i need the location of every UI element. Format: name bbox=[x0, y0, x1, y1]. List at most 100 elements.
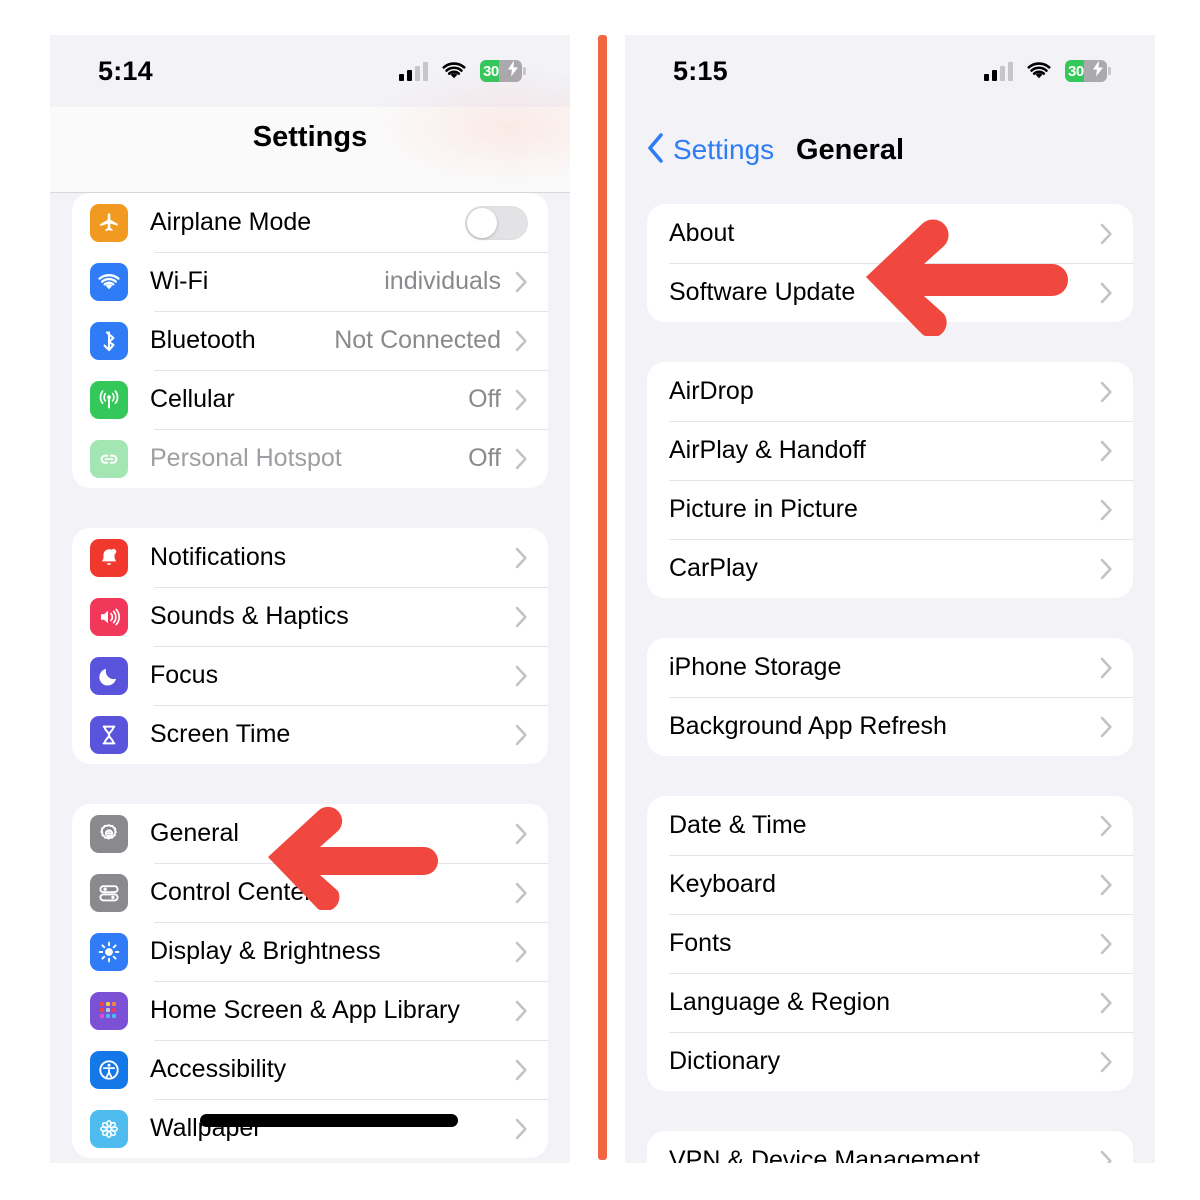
chevron-right-icon bbox=[515, 823, 528, 845]
chevron-right-icon bbox=[515, 330, 528, 352]
panel-divider bbox=[598, 35, 607, 1160]
settings-row-fonts[interactable]: Fonts bbox=[647, 914, 1133, 973]
page-title: Settings bbox=[252, 121, 368, 153]
settings-row-value: individuals bbox=[384, 267, 501, 295]
settings-row-control-center[interactable]: Control Center bbox=[72, 863, 548, 922]
settings-row-personal-hotspot[interactable]: Personal Hotspot Off bbox=[72, 429, 548, 488]
status-indicators: 30 bbox=[984, 60, 1111, 82]
settings-row-label: Accessibility bbox=[150, 1055, 287, 1083]
screenshot-canvas: 5:14 30 Settings Airplane Mode Wi-Fi ind… bbox=[0, 0, 1200, 1200]
cellular-antenna-icon bbox=[90, 380, 128, 419]
status-bar-right: 5:15 30 bbox=[625, 35, 1155, 107]
gear-icon bbox=[90, 814, 128, 853]
settings-row-general[interactable]: General bbox=[72, 804, 548, 863]
settings-row-sounds-haptics[interactable]: Sounds & Haptics bbox=[72, 587, 548, 646]
battery-charging-icon: 30 bbox=[1065, 60, 1111, 82]
speaker-icon bbox=[90, 597, 128, 636]
home-indicator-left bbox=[200, 1114, 458, 1127]
settings-row-label: Screen Time bbox=[150, 720, 291, 748]
settings-row-wallpaper[interactable]: Wallpaper bbox=[72, 1099, 548, 1158]
chevron-right-icon bbox=[515, 665, 528, 687]
wifi-icon bbox=[90, 262, 128, 301]
chevron-right-icon bbox=[515, 547, 528, 569]
settings-row-wi-fi[interactable]: Wi-Fi individuals bbox=[72, 252, 548, 311]
settings-row-airplane-mode[interactable]: Airplane Mode bbox=[72, 193, 548, 252]
chevron-left-icon bbox=[647, 132, 664, 168]
chevron-right-icon bbox=[515, 882, 528, 904]
settings-row-notifications[interactable]: Notifications bbox=[72, 528, 548, 587]
settings-row-label: iPhone Storage bbox=[669, 653, 842, 681]
wifi-icon bbox=[1026, 61, 1052, 81]
chevron-right-icon bbox=[515, 1118, 528, 1140]
settings-row-iphone-storage[interactable]: iPhone Storage bbox=[647, 638, 1133, 697]
settings-row-label: VPN & Device Management bbox=[669, 1146, 981, 1163]
settings-row-accessibility[interactable]: Accessibility bbox=[72, 1040, 548, 1099]
status-time: 5:15 bbox=[673, 55, 728, 86]
settings-list-right[interactable]: About Software Update AirDrop AirPlay & Han… bbox=[625, 204, 1155, 1163]
chevron-right-icon bbox=[515, 941, 528, 963]
settings-row-carplay[interactable]: CarPlay bbox=[647, 539, 1133, 598]
settings-group-connectivity: Airplane Mode Wi-Fi individuals Bluetooth No… bbox=[72, 193, 548, 488]
settings-row-focus[interactable]: Focus bbox=[72, 646, 548, 705]
settings-row-cellular[interactable]: Cellular Off bbox=[72, 370, 548, 429]
chevron-right-icon bbox=[1100, 282, 1113, 304]
settings-root-screen: 5:14 30 Settings Airplane Mode Wi-Fi ind… bbox=[50, 35, 570, 1163]
settings-row-value: Not Connected bbox=[334, 326, 501, 354]
settings-row-background-app-refresh[interactable]: Background App Refresh bbox=[647, 697, 1133, 756]
settings-row-value: Off bbox=[468, 385, 501, 413]
chevron-right-icon bbox=[1100, 716, 1113, 738]
settings-row-keyboard[interactable]: Keyboard bbox=[647, 855, 1133, 914]
settings-row-label: Bluetooth bbox=[150, 326, 256, 354]
chevron-right-icon bbox=[1100, 1051, 1113, 1073]
chevron-right-icon bbox=[515, 389, 528, 411]
settings-row-label: Personal Hotspot bbox=[150, 444, 342, 472]
nav-bar-right: Settings General bbox=[625, 107, 1155, 193]
settings-row-label: Date & Time bbox=[669, 811, 807, 839]
settings-list-left[interactable]: Airplane Mode Wi-Fi individuals Bluetooth No… bbox=[50, 193, 570, 1158]
toggle-switch[interactable] bbox=[465, 205, 528, 240]
settings-row-label: Software Update bbox=[669, 278, 856, 306]
settings-row-label: Dictionary bbox=[669, 1047, 781, 1075]
settings-row-value: Off bbox=[468, 444, 501, 472]
settings-row-label: Airplane Mode bbox=[150, 208, 312, 236]
battery-charging-icon: 30 bbox=[480, 60, 526, 82]
chevron-right-icon bbox=[1100, 381, 1113, 403]
settings-row-label: CarPlay bbox=[669, 554, 758, 582]
settings-row-label: Control Center bbox=[150, 878, 313, 906]
settings-row-picture-in-picture[interactable]: Picture in Picture bbox=[647, 480, 1133, 539]
settings-row-language-region[interactable]: Language & Region bbox=[647, 973, 1133, 1032]
back-button-label: Settings bbox=[673, 134, 775, 165]
settings-row-vpn-device-management[interactable]: VPN & Device Management bbox=[647, 1131, 1133, 1163]
chevron-right-icon bbox=[1100, 1150, 1113, 1163]
chevron-right-icon bbox=[1100, 440, 1113, 462]
settings-row-software-update[interactable]: Software Update bbox=[647, 263, 1133, 322]
settings-row-label: Background App Refresh bbox=[669, 712, 947, 740]
settings-row-dictionary[interactable]: Dictionary bbox=[647, 1032, 1133, 1091]
settings-row-display-brightness[interactable]: Display & Brightness bbox=[72, 922, 548, 981]
accessibility-icon bbox=[90, 1050, 128, 1089]
settings-row-screen-time[interactable]: Screen Time bbox=[72, 705, 548, 764]
settings-group-localization: Date & Time Keyboard Fonts Language & Regio… bbox=[647, 796, 1133, 1091]
chevron-right-icon bbox=[515, 271, 528, 293]
settings-row-label: Focus bbox=[150, 661, 219, 689]
settings-row-label: Display & Brightness bbox=[150, 937, 381, 965]
back-button[interactable]: Settings bbox=[647, 132, 775, 168]
settings-row-airplay-handoff[interactable]: AirPlay & Handoff bbox=[647, 421, 1133, 480]
chevron-right-icon bbox=[515, 1059, 528, 1081]
settings-row-date-time[interactable]: Date & Time bbox=[647, 796, 1133, 855]
chevron-right-icon bbox=[1100, 657, 1113, 679]
settings-group-system: General Control Center Display & Brightnes… bbox=[72, 804, 548, 1158]
chevron-right-icon bbox=[1100, 223, 1113, 245]
sliders-icon bbox=[90, 873, 128, 912]
settings-row-airdrop[interactable]: AirDrop bbox=[647, 362, 1133, 421]
settings-group-device-management: VPN & Device Management bbox=[647, 1131, 1133, 1163]
bluetooth-icon bbox=[90, 321, 128, 360]
settings-group-storage: iPhone Storage Background App Refresh bbox=[647, 638, 1133, 756]
settings-group-notifications: Notifications Sounds & Haptics Focus Screen… bbox=[72, 528, 548, 764]
settings-row-label: Keyboard bbox=[669, 870, 777, 898]
settings-row-bluetooth[interactable]: Bluetooth Not Connected bbox=[72, 311, 548, 370]
chevron-right-icon bbox=[1100, 933, 1113, 955]
settings-row-label: Notifications bbox=[150, 543, 287, 571]
settings-row-home-screen-app-library[interactable]: Home Screen & App Library bbox=[72, 981, 548, 1040]
settings-row-about[interactable]: About bbox=[647, 204, 1133, 263]
